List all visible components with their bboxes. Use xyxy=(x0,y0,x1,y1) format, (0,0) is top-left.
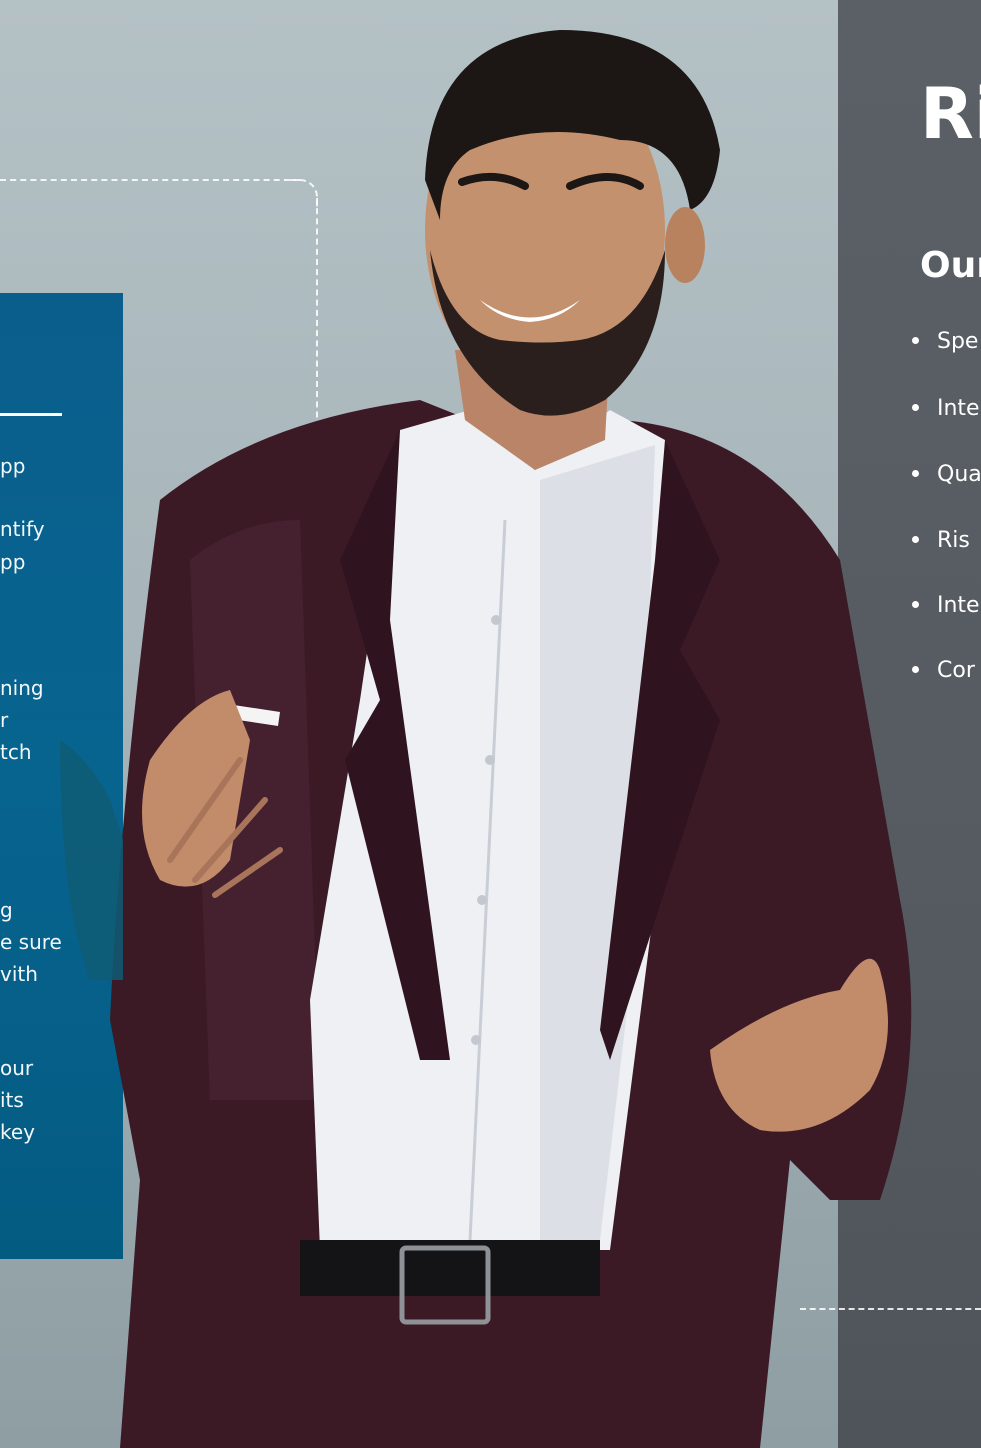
ear xyxy=(665,207,705,283)
hand-shadow xyxy=(60,740,123,980)
person-photo xyxy=(60,30,912,1448)
page-scene: pp ntify pp ning r tch g e sure vith our… xyxy=(0,0,981,1448)
